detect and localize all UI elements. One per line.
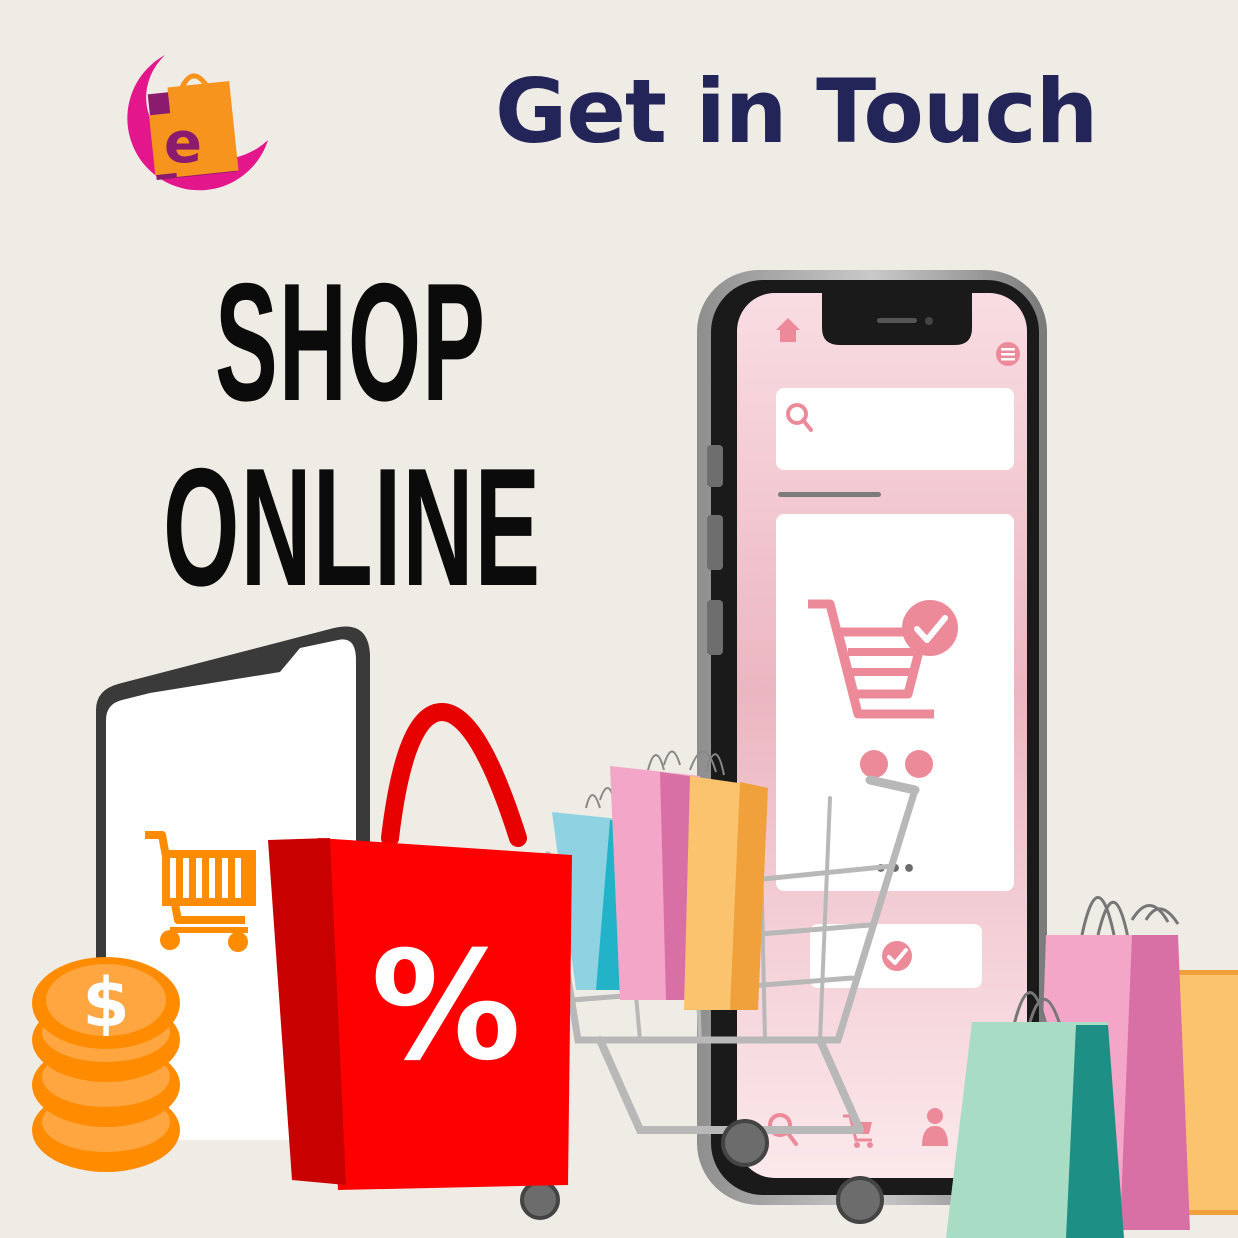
shopping-bag-logo[interactable]: e — [127, 55, 268, 191]
coin-dollar-sign: $ — [82, 964, 129, 1043]
check-icon — [882, 941, 912, 971]
menu-icon[interactable] — [996, 342, 1020, 366]
phone-camera — [925, 317, 933, 325]
sale-percent-label: % — [371, 920, 521, 1094]
phone-button — [707, 445, 723, 487]
logo-letter: e — [164, 111, 202, 176]
phone-speaker — [877, 318, 917, 323]
product-card[interactable] — [776, 514, 1014, 891]
section-divider — [778, 492, 881, 497]
get-in-touch-heading[interactable]: Get in Touch — [495, 68, 1098, 156]
cart-bags — [552, 750, 768, 1010]
phone-button — [707, 515, 723, 570]
hero-line-online: ONLINE — [163, 433, 542, 621]
hero-line-shop: SHOP — [215, 248, 487, 436]
phone-button — [707, 600, 723, 655]
coin-stack: $ — [32, 957, 180, 1172]
